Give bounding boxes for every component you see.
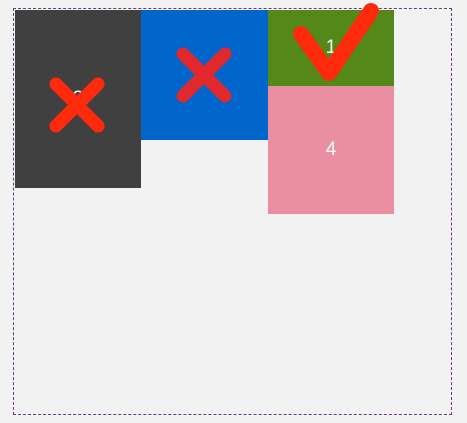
box-1-label: 1 [325,37,337,58]
box-1: 1 [268,10,394,86]
box-4: 4 [268,86,394,214]
box-4-label: 4 [325,139,337,160]
stage: 3 2 1 4 [0,0,467,423]
box-2-label: 2 [199,64,210,85]
box-2: 2 [141,10,268,140]
box-3-label: 3 [72,88,84,109]
box-3: 3 [15,10,141,188]
